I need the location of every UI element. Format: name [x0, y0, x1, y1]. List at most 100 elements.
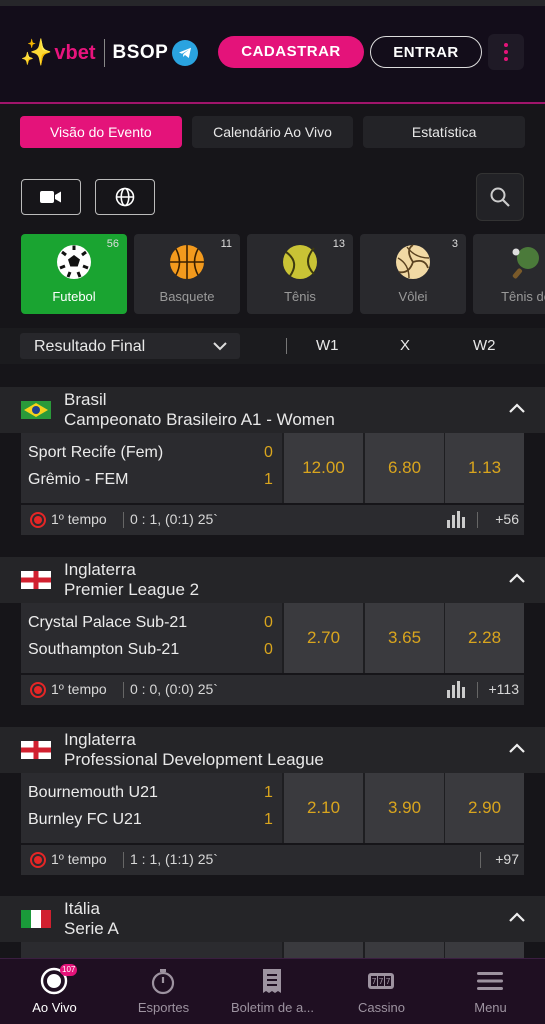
video-filter-button[interactable]: [21, 179, 81, 215]
odd-x[interactable]: 6.80: [365, 433, 444, 503]
view-tabs: Visão do Evento Calendário Ao Vivo Estat…: [20, 116, 526, 148]
sport-soccer[interactable]: 56 Futebol: [21, 234, 127, 314]
league-country: Brasil: [64, 390, 107, 409]
chevron-up-icon[interactable]: [508, 572, 526, 584]
soccer-ball-icon: [57, 245, 91, 279]
odd-x[interactable]: 3.65: [365, 603, 444, 673]
nav-label: Ao Vivo: [32, 1000, 77, 1015]
league-country: Inglaterra: [64, 730, 136, 749]
search-button[interactable]: [476, 173, 524, 221]
match-period: 1º tempo: [51, 851, 107, 867]
column-w2: W2: [473, 337, 496, 354]
italy-flag-icon: [21, 910, 51, 928]
nav-betslip[interactable]: Boletim de a...: [218, 959, 327, 1024]
more-markets-link[interactable]: +113: [489, 681, 520, 697]
column-w1: W1: [316, 337, 339, 354]
svg-text:7: 7: [371, 977, 376, 986]
info-divider: [123, 682, 124, 698]
telegram-icon[interactable]: [172, 40, 199, 66]
sport-basketball[interactable]: 11 Basquete: [134, 234, 240, 314]
chevron-up-icon[interactable]: [508, 911, 526, 923]
nav-label: Esportes: [137, 1000, 190, 1015]
tab-statistics[interactable]: Estatística: [363, 116, 526, 148]
odd-w2[interactable]: 2.28: [445, 603, 524, 673]
logo-divider: [103, 39, 105, 67]
svg-text:7: 7: [385, 977, 390, 986]
nav-sports[interactable]: Esportes: [109, 959, 218, 1024]
odd-w2[interactable]: 2.90: [445, 773, 524, 843]
statistics-icon[interactable]: [447, 511, 465, 528]
app-header: ✨ vbet BSOP CADASTRAR ENTRAR: [0, 6, 545, 104]
away-score: 0: [264, 641, 273, 658]
nav-casino[interactable]: 777 Cassino: [327, 959, 436, 1024]
nav-live[interactable]: 107 Ao Vivo: [0, 959, 109, 1024]
info-divider: [480, 852, 481, 868]
match-info-bar: 1º tempo 1 : 1, (1:1) 25` +97: [21, 845, 524, 875]
league-section: Brasil Campeonato Brasileiro A1 - Women …: [0, 387, 545, 537]
more-options-icon[interactable]: [488, 34, 524, 70]
stopwatch-icon: [151, 969, 175, 995]
match-teams[interactable]: Bournemouth U21 Burnley FC U21 1 1: [21, 773, 282, 843]
match-teams[interactable]: Crystal Palace Sub-21 Southampton Sub-21…: [21, 603, 282, 673]
more-markets-link[interactable]: +56: [495, 511, 519, 527]
match-result: 0 : 0, (0:0) 25`: [130, 681, 218, 697]
register-button[interactable]: CADASTRAR: [218, 36, 364, 68]
league-section: Itália Serie A: [0, 896, 545, 958]
england-flag-icon: [21, 741, 51, 759]
nav-label: Boletim de a...: [230, 1000, 315, 1015]
sport-count: 3: [451, 238, 458, 250]
home-score: 1: [264, 784, 273, 801]
statistics-icon[interactable]: [447, 681, 465, 698]
vbet-logo[interactable]: ✨ vbet BSOP: [20, 38, 199, 68]
match-teams[interactable]: [21, 942, 282, 958]
sport-table-tennis[interactable]: Tênis de: [473, 234, 545, 314]
league-header[interactable]: Brasil Campeonato Brasileiro A1 - Women: [0, 387, 545, 433]
chevron-up-icon[interactable]: [508, 402, 526, 414]
brazil-flag-icon: [21, 401, 51, 419]
sport-label: Futebol: [52, 289, 96, 304]
league-name: Premier League 2: [64, 580, 200, 599]
market-bar: Resultado Final W1 X W2: [0, 328, 545, 364]
info-divider: [123, 512, 124, 528]
match-info-bar: 1º tempo 0 : 1, (0:1) 25` +56: [21, 505, 524, 535]
chevron-up-icon[interactable]: [508, 742, 526, 754]
live-count-badge: 107: [60, 964, 78, 976]
sport-label: Vôlei: [398, 289, 428, 304]
odd-w1[interactable]: 12.00: [284, 433, 363, 503]
tab-event-view[interactable]: Visão do Evento: [20, 116, 182, 148]
league-header[interactable]: Itália Serie A: [0, 896, 545, 942]
odd-w2[interactable]: 1.13: [445, 433, 524, 503]
globe-icon: [115, 187, 135, 207]
sport-tennis[interactable]: 13 Tênis: [247, 234, 353, 314]
slot-machine-icon: 777: [368, 973, 394, 989]
odd-x[interactable]: [365, 942, 444, 958]
info-divider: [477, 512, 478, 528]
nav-menu[interactable]: Menu: [436, 959, 545, 1024]
tab-live-calendar[interactable]: Calendário Ao Vivo: [191, 116, 354, 148]
market-select-value: Resultado Final: [34, 338, 146, 355]
login-button[interactable]: ENTRAR: [370, 36, 482, 68]
odd-w1[interactable]: 2.10: [284, 773, 363, 843]
more-markets-link[interactable]: +97: [495, 851, 519, 867]
search-icon: [490, 187, 510, 207]
sport-label: Tênis de: [501, 289, 545, 304]
market-select[interactable]: Resultado Final: [20, 333, 240, 359]
odd-x[interactable]: 3.90: [365, 773, 444, 843]
odd-w2[interactable]: [445, 942, 524, 958]
home-score: 0: [264, 444, 273, 461]
league-header[interactable]: Inglaterra Professional Development Leag…: [0, 727, 545, 773]
match-row: [21, 942, 524, 958]
away-team: Southampton Sub-21: [28, 641, 180, 658]
odd-w1[interactable]: 2.70: [284, 603, 363, 673]
match-info-bar: 1º tempo 0 : 0, (0:0) 25` +113: [21, 675, 524, 705]
league-name: Serie A: [64, 919, 119, 938]
odd-w1[interactable]: [284, 942, 363, 958]
live-indicator-icon: [30, 512, 46, 528]
league-section: Inglaterra Professional Development Leag…: [0, 727, 545, 877]
region-filter-button[interactable]: [95, 179, 155, 215]
sport-volleyball[interactable]: 3 Vôlei: [360, 234, 466, 314]
league-name: Professional Development League: [64, 750, 324, 769]
league-header[interactable]: Inglaterra Premier League 2: [0, 557, 545, 603]
live-indicator-icon: [30, 682, 46, 698]
match-teams[interactable]: Sport Recife (Fem) Grêmio - FEM 0 1: [21, 433, 282, 503]
